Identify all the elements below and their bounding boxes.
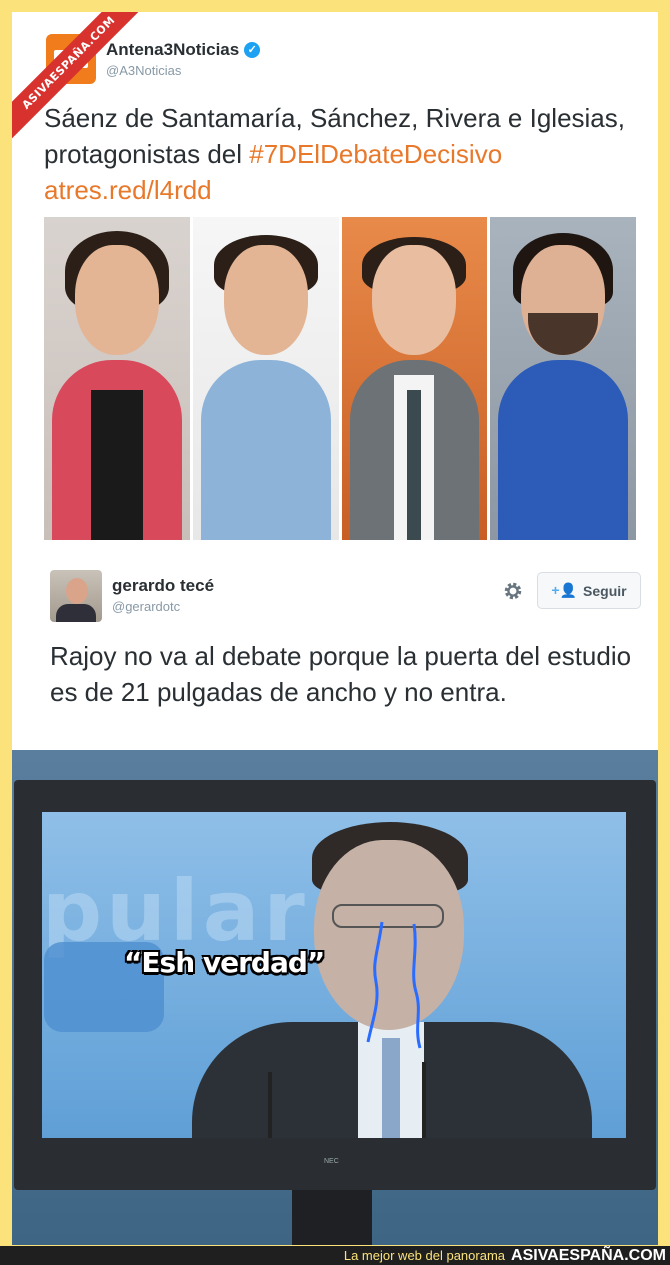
- candidates-photo[interactable]: [44, 217, 636, 540]
- add-user-icon: +👤: [551, 582, 578, 598]
- follow-button[interactable]: +👤 Seguir: [537, 572, 641, 609]
- footer-tagline: La mejor web del panorama: [343, 1248, 506, 1263]
- verified-badge-icon: ✓: [244, 42, 261, 58]
- monitor: pular NEC: [14, 780, 656, 1190]
- gerardo-avatar[interactable]: [50, 570, 102, 622]
- monitor-stand: [292, 1190, 372, 1245]
- photo-candidate-4: [490, 217, 636, 540]
- photo-candidate-1: [44, 217, 190, 540]
- photo-candidate-2: [192, 217, 339, 540]
- rajoy-monitor-image[interactable]: pular NEC “Esh verdad”: [12, 750, 658, 1245]
- tweet2-display-name[interactable]: gerardo tecé: [112, 576, 214, 596]
- gear-icon[interactable]: [502, 580, 524, 602]
- monitor-brand: NEC: [324, 1158, 339, 1165]
- tweet2-header: gerardo tecé @gerardotc +👤 Seguir: [50, 570, 642, 624]
- tweet2-text: Rajoy no va al debate porque la puerta d…: [50, 641, 632, 707]
- meme-caption: “Esh verdad”: [124, 946, 325, 979]
- tweet1-hashtag[interactable]: #7DElDebateDecisivo: [249, 139, 502, 169]
- footer-site-name[interactable]: ASIVAESPAÑA.COM: [511, 1247, 666, 1265]
- tweet2-handle[interactable]: @gerardotc: [112, 599, 214, 614]
- meme-frame: ASIVAESPAÑA.COM a3n Antena3Noticias ✓ @A…: [12, 12, 658, 1245]
- follow-label: Seguir: [583, 582, 627, 599]
- tweet1-link[interactable]: atres.red/l4rdd: [44, 175, 212, 205]
- corner-ribbon: ASIVAESPAÑA.COM: [12, 12, 142, 142]
- footer-bar: La mejor web del panorama ASIVAESPAÑA.CO…: [0, 1246, 670, 1265]
- ribbon-text: ASIVAESPAÑA.COM: [12, 12, 142, 140]
- photo-candidate-3: [341, 217, 488, 540]
